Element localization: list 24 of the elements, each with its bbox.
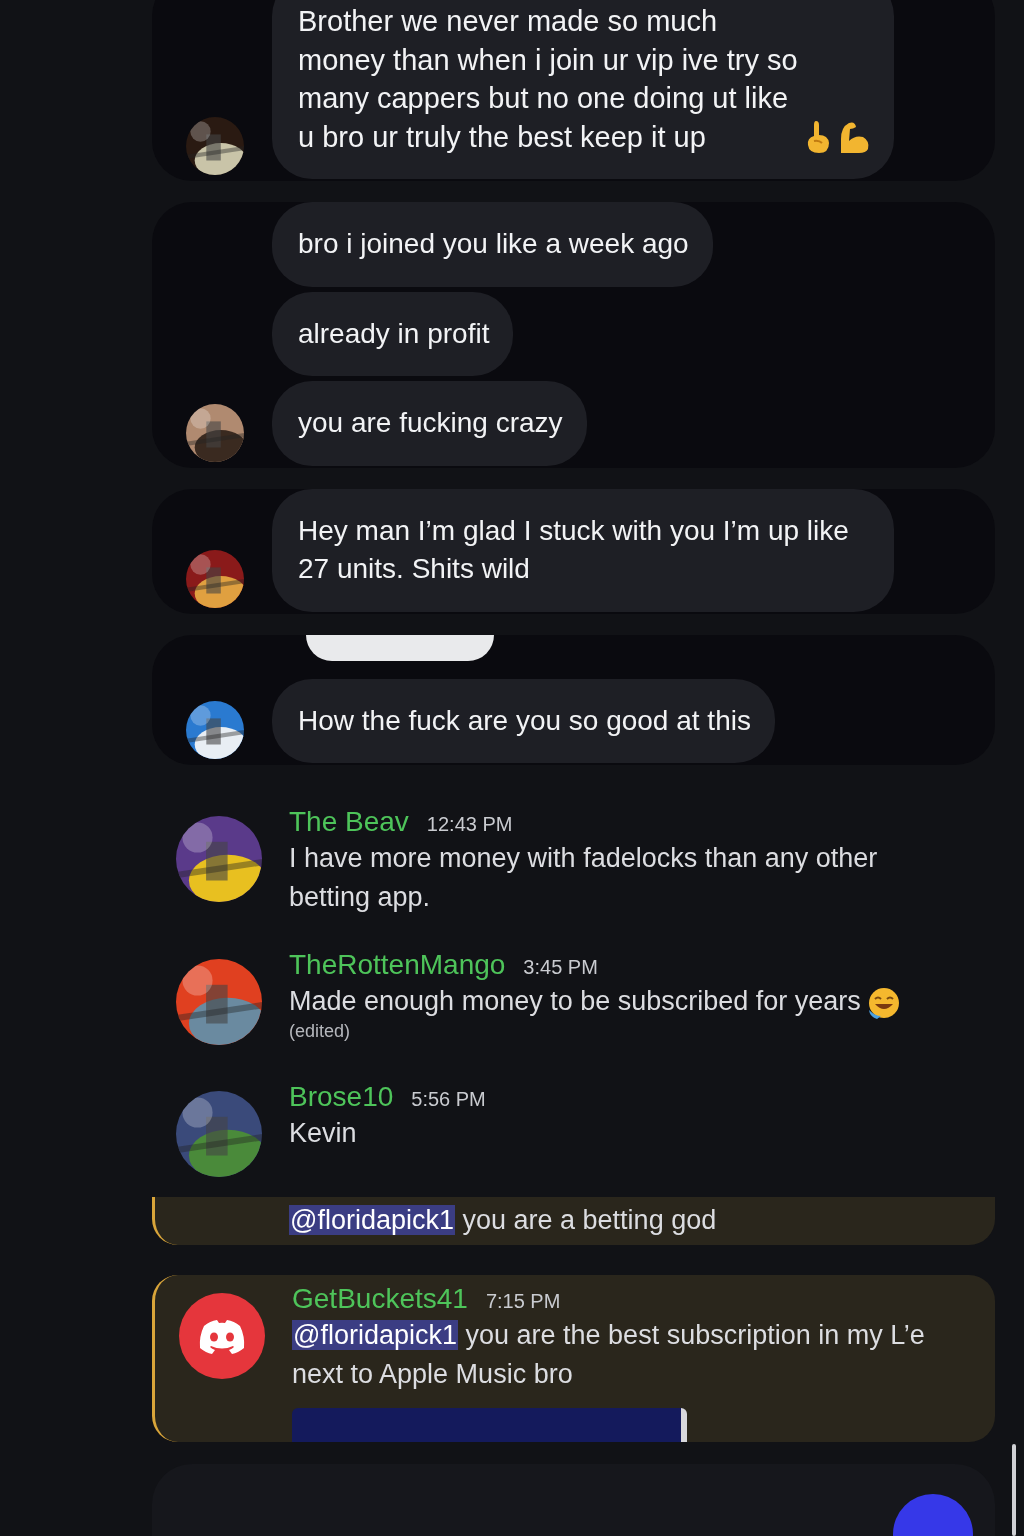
edited-label: (edited) (289, 1021, 352, 1042)
username[interactable]: The Beav (289, 806, 409, 838)
mention-link[interactable]: @floridapick1 (292, 1320, 458, 1350)
laughing-face-icon (866, 985, 901, 1020)
message-text: Kevin (289, 1117, 358, 1150)
message-text: @floridapick1 you are a betting god (289, 1204, 718, 1237)
message-text: Hey man I’m glad I stuck with you I’m up like 27 units. Shits wild (298, 514, 849, 584)
message-text: bro i joined you like a week ago (298, 228, 689, 259)
message-text: already in profit (298, 317, 490, 349)
timestamp: 7:15 PM (485, 1290, 561, 1313)
mention-link[interactable]: @floridapick1 (289, 1205, 455, 1235)
timestamp: 12:43 PM (426, 813, 513, 836)
timestamp: 5:56 PM (411, 1088, 486, 1111)
message-text: @floridapick1 you are the best subscription in my L’e next to Apple Music bro (292, 1319, 926, 1391)
scrollbar[interactable] (1012, 1444, 1016, 1536)
username[interactable]: Brose10 (289, 1081, 394, 1113)
message-text: How the fuck are you so good at this (298, 704, 751, 736)
message-text: Made enough money to be subscribed for years (289, 982, 949, 1021)
message-text: I have more money with fadelocks than any other betting app. (289, 842, 879, 914)
username[interactable]: TheRottenMango (289, 949, 506, 981)
message-text: you are fucking crazy (298, 407, 563, 438)
message-text: Brother we never made so much money than when i join ur vip ive try so many cappers but no one doing ut like u bro ur truly the best keep it up (298, 4, 798, 155)
timestamp: 3:45 PM (523, 956, 598, 979)
username[interactable]: GetBuckets41 (292, 1283, 468, 1315)
